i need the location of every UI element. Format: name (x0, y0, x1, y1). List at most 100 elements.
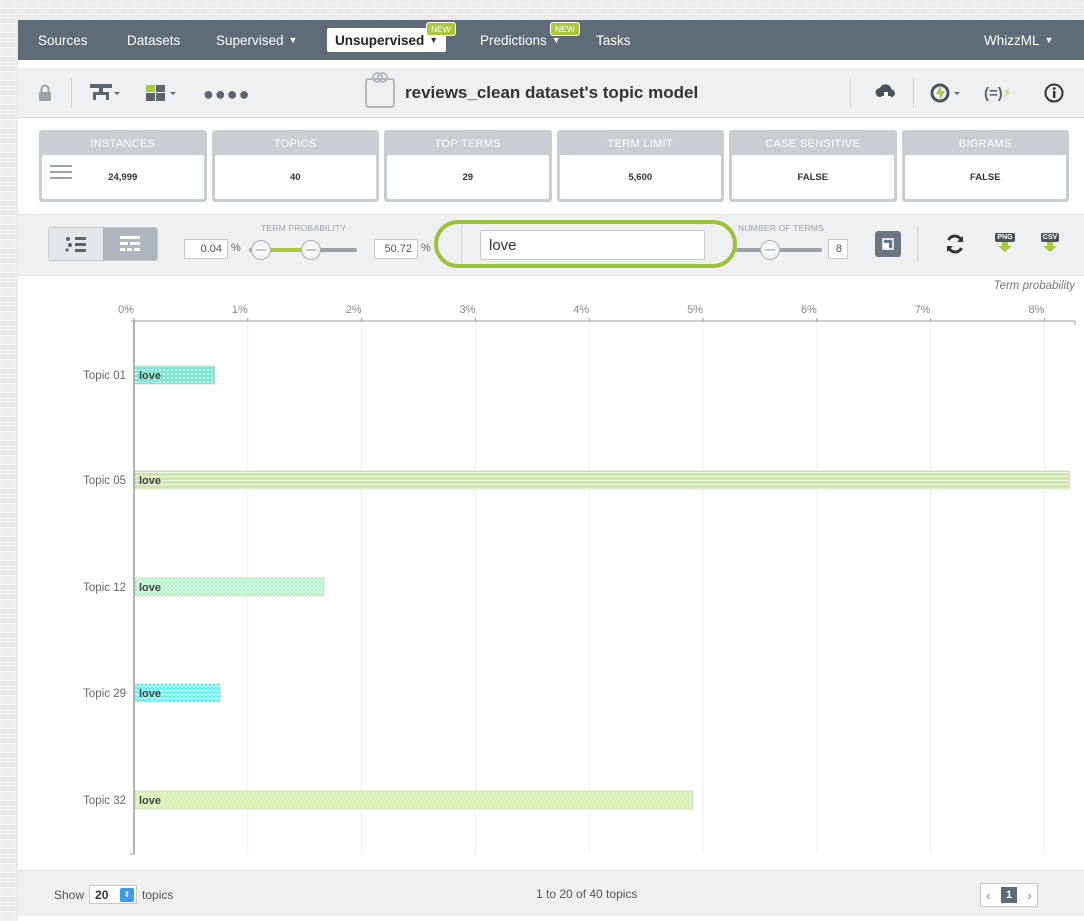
term-probability-min[interactable]: 0.04 (184, 239, 228, 259)
range-text: 1 to 20 of 40 topics (536, 887, 638, 901)
page-size-value: 20 (95, 887, 109, 902)
tick-label: 5% (687, 304, 703, 316)
number-of-terms-value[interactable]: 8 (828, 239, 848, 259)
chevron-down-icon: ▼ (429, 35, 439, 45)
bar-view-button[interactable] (103, 228, 157, 260)
search-highlight (434, 220, 737, 268)
nav-unsupervised[interactable]: Unsupervised ▼ NEW (327, 22, 456, 52)
category-label: Topic 01 (83, 370, 126, 382)
nav-unsupervised-label: Unsupervised (335, 32, 425, 48)
tick-label: 8% (1028, 304, 1044, 316)
nav-datasets[interactable]: Datasets (127, 20, 180, 60)
menu-icon[interactable] (50, 165, 72, 179)
toolbar-divider (913, 78, 914, 108)
current-page[interactable]: 1 (1001, 887, 1017, 903)
summary-label: TERM LIMIT (607, 138, 673, 150)
lock-icon[interactable] (38, 80, 52, 106)
info-icon[interactable] (1044, 80, 1064, 106)
csv-label: CSV (1040, 232, 1060, 242)
export-png-button[interactable]: PNG (992, 229, 1018, 255)
bar-term-label: love (139, 795, 161, 807)
bar (134, 577, 325, 597)
page-size-select[interactable]: 20 ⇕ (89, 885, 138, 904)
slider-handle[interactable] (760, 240, 780, 260)
term-probability-slider[interactable] (249, 240, 357, 260)
dataset-icon[interactable] (146, 80, 180, 106)
refresh-icon (947, 234, 963, 254)
nav-supervised-label: Supervised (216, 32, 284, 48)
next-page-icon[interactable]: › (1027, 887, 1032, 903)
summary-card-term-limit: TERM LIMIT 5,600 (556, 130, 724, 202)
nav-sources[interactable]: Sources (38, 20, 88, 60)
summary-label: INSTANCES (90, 138, 156, 150)
number-of-terms-slider[interactable] (736, 240, 822, 260)
tick-label: 4% (573, 304, 589, 316)
chart-svg: 0% 1% 2% 3% 4% 5% 6% 7% 8% Term probability Topic … (83, 280, 1077, 855)
formula-icon[interactable]: (=) ⚡ (984, 80, 1011, 106)
number-of-terms-label: NUMBER OF TERMS (738, 223, 824, 233)
summary-value: FALSE (904, 155, 1066, 199)
resource-toolbar: ●●●● reviews_clean dataset's topic model… (18, 68, 1084, 118)
nav-whizzml[interactable]: WhizzML ▼ (984, 20, 1053, 60)
png-label: PNG (995, 232, 1015, 242)
prev-page-icon[interactable]: ‹ (986, 887, 991, 903)
summary-label: TOP TERMS (434, 138, 501, 150)
tick-label: 1% (232, 304, 248, 316)
resource-title: reviews_clean dataset's topic model (365, 72, 699, 108)
chevron-down-icon: ▼ (1044, 35, 1054, 45)
summary-value-box: 24,999 (42, 155, 204, 199)
category-label: Topic 12 (83, 582, 126, 594)
top-nav: Sources Datasets Supervised ▼ Unsupervise… (18, 20, 1084, 60)
summary-value: 29 (387, 155, 549, 199)
refresh-button[interactable] (942, 231, 968, 257)
nav-tasks[interactable]: Tasks (596, 20, 631, 60)
more-dots-icon[interactable]: ●●●● (203, 81, 251, 107)
fullscreen-button[interactable] (875, 231, 901, 257)
bubble-view-button[interactable] (49, 228, 103, 260)
bar (134, 470, 1070, 490)
summary-card-top-terms: TOP TERMS 29 (384, 130, 552, 202)
slider-min-handle[interactable] (251, 240, 271, 260)
updown-icon: ⇕ (120, 887, 135, 902)
resource-title-text: reviews_clean dataset's topic model (405, 83, 699, 102)
slider-max-handle[interactable] (301, 240, 321, 260)
page-size-control: Show 20 ⇕ topics (54, 885, 173, 904)
chevron-down-icon: ▼ (288, 35, 298, 45)
chart-controls: TERM PROBABILITY 0.04 % 50.72 % NUMBER O… (18, 214, 1084, 276)
summary-card-topics: TOPICS 40 (211, 130, 379, 202)
percent-sign: % (421, 242, 431, 254)
download-arrow-icon (998, 241, 1012, 252)
cloud-download-icon[interactable] (875, 80, 897, 106)
model-tree-icon[interactable] (90, 80, 120, 106)
bar (134, 790, 694, 810)
category-label: Topic 32 (83, 795, 126, 807)
new-badge: NEW (550, 22, 580, 36)
batch-prediction-icon[interactable] (930, 80, 962, 106)
tick-label: 6% (801, 304, 817, 316)
summary-label: CASE SENSITIVE (765, 138, 861, 150)
new-badge: NEW (426, 22, 456, 36)
summary-value: 24,999 (108, 171, 138, 183)
show-label: Show (54, 887, 85, 902)
term-probability-label: TERM PROBABILITY (261, 223, 347, 233)
summary-label: TOPICS (273, 138, 317, 150)
export-csv-button[interactable]: CSV (1037, 229, 1063, 255)
summary-value: FALSE (732, 155, 894, 199)
nav-sources-label: Sources (38, 32, 88, 48)
chevron-down-icon: ▼ (551, 35, 561, 45)
bubble-view-icon (65, 237, 86, 252)
summary-value: 40 (214, 155, 376, 199)
axis-title: Term probability (994, 280, 1077, 292)
nav-predictions[interactable]: Predictions ▼ NEW (480, 20, 580, 60)
summary-value: 5,600 (559, 155, 721, 199)
category-label: Topic 05 (83, 475, 126, 487)
percent-sign: % (231, 242, 241, 254)
nav-supervised[interactable]: Supervised ▼ (216, 20, 297, 60)
search-input[interactable] (480, 230, 705, 260)
tick-label: 0% (118, 304, 134, 316)
summary-card-case-sensitive: CASE SENSITIVE FALSE (729, 130, 897, 202)
term-probability-max[interactable]: 50.72 (374, 239, 418, 259)
topic-model-icon (365, 72, 395, 108)
toolbar-divider (71, 78, 72, 108)
bar-term-label: love (139, 370, 161, 382)
